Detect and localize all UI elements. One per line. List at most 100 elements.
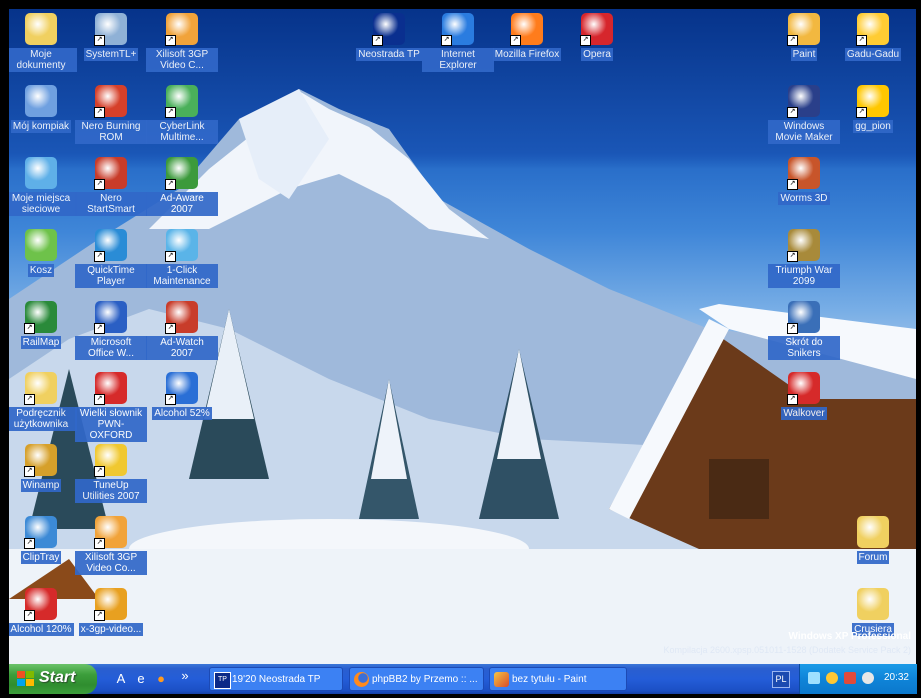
desktop-icon[interactable]: ↗ Gadu-Gadu	[837, 13, 909, 61]
desktop-icon[interactable]: Forum	[837, 516, 909, 564]
maintenance-icon: ↗	[165, 229, 198, 262]
desktop-icon[interactable]: ↗ Xilisoft 3GP Video Co...	[75, 516, 147, 575]
desktop-icon-label: Nero Burning ROM	[75, 120, 147, 144]
winamp-icon: ↗	[24, 444, 57, 477]
ad-aware-icon: ↗	[165, 157, 198, 190]
desktop[interactable]: Moje dokumenty ↗ SystemTL+ ↗ Xilisoft 3GP Vi…	[9, 9, 916, 664]
video-converter-icon: ↗	[165, 13, 198, 46]
shortcut-arrow-icon: ↗	[94, 323, 105, 334]
desktop-icon[interactable]: ↗ ClipTray	[9, 516, 77, 564]
system-tray: 20:32	[799, 664, 917, 694]
task-button-neostrada[interactable]: TP 19'20 Neostrada TP	[209, 667, 343, 691]
task-button-phpbb[interactable]: phpBB2 by Przemo :: ...	[349, 667, 484, 691]
shortcut-arrow-icon: ↗	[94, 251, 105, 262]
ie-icon: ↗	[441, 13, 474, 46]
shortcut-arrow-icon: ↗	[165, 251, 176, 262]
taskbar: Start A e ● » TP 19'20 Neostrada TP phpB…	[9, 664, 917, 694]
desktop-icon[interactable]: Moje miejsca sieciowe	[9, 157, 77, 216]
desktop-icon[interactable]: ↗ 1-Click Maintenance	[146, 229, 218, 288]
desktop-icon[interactable]: ↗ Alcohol 52%	[146, 372, 218, 420]
network-tray-icon[interactable]	[808, 672, 820, 684]
quicklaunch-more-button[interactable]: »	[177, 668, 193, 684]
desktop-icon-label: Kosz	[27, 264, 55, 277]
desktop-icon[interactable]: ↗ Alcohol 120%	[9, 588, 77, 636]
shortcut-arrow-icon: ↗	[24, 466, 35, 477]
railmap-icon: ↗	[24, 301, 57, 334]
shortcut-arrow-icon: ↗	[94, 35, 105, 46]
shortcut-arrow-icon: ↗	[94, 610, 105, 621]
task-button-paint[interactable]: bez tytułu - Paint	[489, 667, 627, 691]
desktop-icon[interactable]: ↗ QuickTime Player	[75, 229, 147, 288]
tuneup-icon: ↗	[94, 444, 127, 477]
security-tray-icon[interactable]	[844, 672, 856, 684]
desktop-icon[interactable]: ↗ Microsoft Office W...	[75, 301, 147, 360]
desktop-icon-label: Mój kompiak	[10, 120, 72, 133]
desktop-icon[interactable]: ↗ Xilisoft 3GP Video C...	[146, 13, 218, 72]
firefox-icon: ↗	[510, 13, 543, 46]
desktop-icon[interactable]: Moje dokumenty	[9, 13, 77, 72]
desktop-icon[interactable]: Crusiera	[837, 588, 909, 636]
desktop-icon[interactable]: ↗ Wielki słownik PWN-OXFORD	[75, 372, 147, 442]
task-label: bez tytułu - Paint	[512, 674, 587, 685]
desktop-icon-label: Triumph War 2099	[768, 264, 840, 288]
desktop-icon[interactable]: ↗ Triumph War 2099	[768, 229, 840, 288]
desktop-icon[interactable]: ↗ Paint	[768, 13, 840, 61]
desktop-icon-label: Alcohol 52%	[152, 407, 212, 420]
desktop-icon[interactable]: ↗ x-3gp-video...	[75, 588, 147, 636]
desktop-icon[interactable]: ↗ Mozilla Firefox	[491, 13, 563, 61]
desktop-icon[interactable]: ↗ RailMap	[9, 301, 77, 349]
desktop-icon[interactable]: ↗ Ad-Watch 2007	[146, 301, 218, 360]
desktop-icon[interactable]: ↗ Skrót do Snikers	[768, 301, 840, 360]
walkover-icon: ↗	[787, 372, 820, 405]
desktop-icon[interactable]: ↗ Neostrada TP	[353, 13, 425, 61]
desktop-icon[interactable]: ↗ Walkover	[768, 372, 840, 420]
folder-icon	[857, 516, 889, 548]
desktop-icon-label: Winamp	[20, 479, 62, 492]
language-indicator[interactable]: PL	[772, 671, 790, 688]
desktop-icon[interactable]: ↗ Winamp	[9, 444, 77, 492]
desktop-icon-label: Windows Movie Maker	[768, 120, 840, 144]
nero-icon: ↗	[94, 85, 127, 118]
quicklaunch-firefox-icon[interactable]: ●	[153, 671, 169, 687]
desktop-icon[interactable]: ↗ Opera	[561, 13, 633, 61]
desktop-icon-label: Neostrada TP	[356, 48, 422, 61]
alcohol-icon: ↗	[24, 588, 57, 621]
shortcut-arrow-icon: ↗	[24, 394, 35, 405]
quicklaunch-ie-icon[interactable]: e	[133, 671, 149, 687]
desktop-icon[interactable]: ↗ CyberLink Multime...	[146, 85, 218, 144]
desktop-icon[interactable]: ↗ SystemTL+	[75, 13, 147, 61]
desktop-icon-label: Xilisoft 3GP Video C...	[146, 48, 218, 72]
desktop-icon-label: Skrót do Snikers	[768, 336, 840, 360]
quicklaunch-font-icon[interactable]: A	[113, 671, 129, 687]
gear-icon: ↗	[94, 588, 127, 621]
alcohol-icon: ↗	[165, 372, 198, 405]
start-button[interactable]: Start	[9, 664, 97, 694]
sun-tray-icon[interactable]	[826, 672, 838, 684]
shortcut-arrow-icon: ↗	[165, 107, 176, 118]
shortcut-arrow-icon: ↗	[24, 538, 35, 549]
desktop-icon[interactable]: ↗ Podręcznik użytkownika	[9, 372, 77, 431]
opera-icon: ↗	[580, 13, 613, 46]
desktop-icon[interactable]: ↗ Ad-Aware 2007	[146, 157, 218, 216]
shortcut-arrow-icon: ↗	[856, 107, 867, 118]
desktop-icon[interactable]: ↗ Internet Explorer	[422, 13, 494, 72]
desktop-icon-label: Ad-Watch 2007	[146, 336, 218, 360]
desktop-icon-label: QuickTime Player	[75, 264, 147, 288]
folder-icon	[857, 588, 889, 620]
manual-icon: ↗	[24, 372, 57, 405]
desktop-icon[interactable]: ↗ Nero Burning ROM	[75, 85, 147, 144]
desktop-icon[interactable]: ↗ Nero StartSmart	[75, 157, 147, 216]
shortcut-arrow-icon: ↗	[787, 35, 798, 46]
info-tray-icon[interactable]	[862, 672, 874, 684]
desktop-icon[interactable]: ↗ Windows Movie Maker	[768, 85, 840, 144]
desktop-icon[interactable]: ↗ gg_pion	[837, 85, 909, 133]
desktop-icon[interactable]: ↗ TuneUp Utilities 2007	[75, 444, 147, 503]
cliptray-icon: ↗	[24, 516, 57, 549]
desktop-icon-label: Moje miejsca sieciowe	[9, 192, 77, 216]
desktop-icon[interactable]: ↗ Worms 3D	[768, 157, 840, 205]
tools-icon: ↗	[94, 13, 127, 46]
desktop-icon-label: Alcohol 120%	[9, 623, 74, 636]
desktop-icon-label: x-3gp-video...	[78, 623, 144, 636]
desktop-icon[interactable]: Mój kompiak	[9, 85, 77, 133]
desktop-icon[interactable]: Kosz	[9, 229, 77, 277]
